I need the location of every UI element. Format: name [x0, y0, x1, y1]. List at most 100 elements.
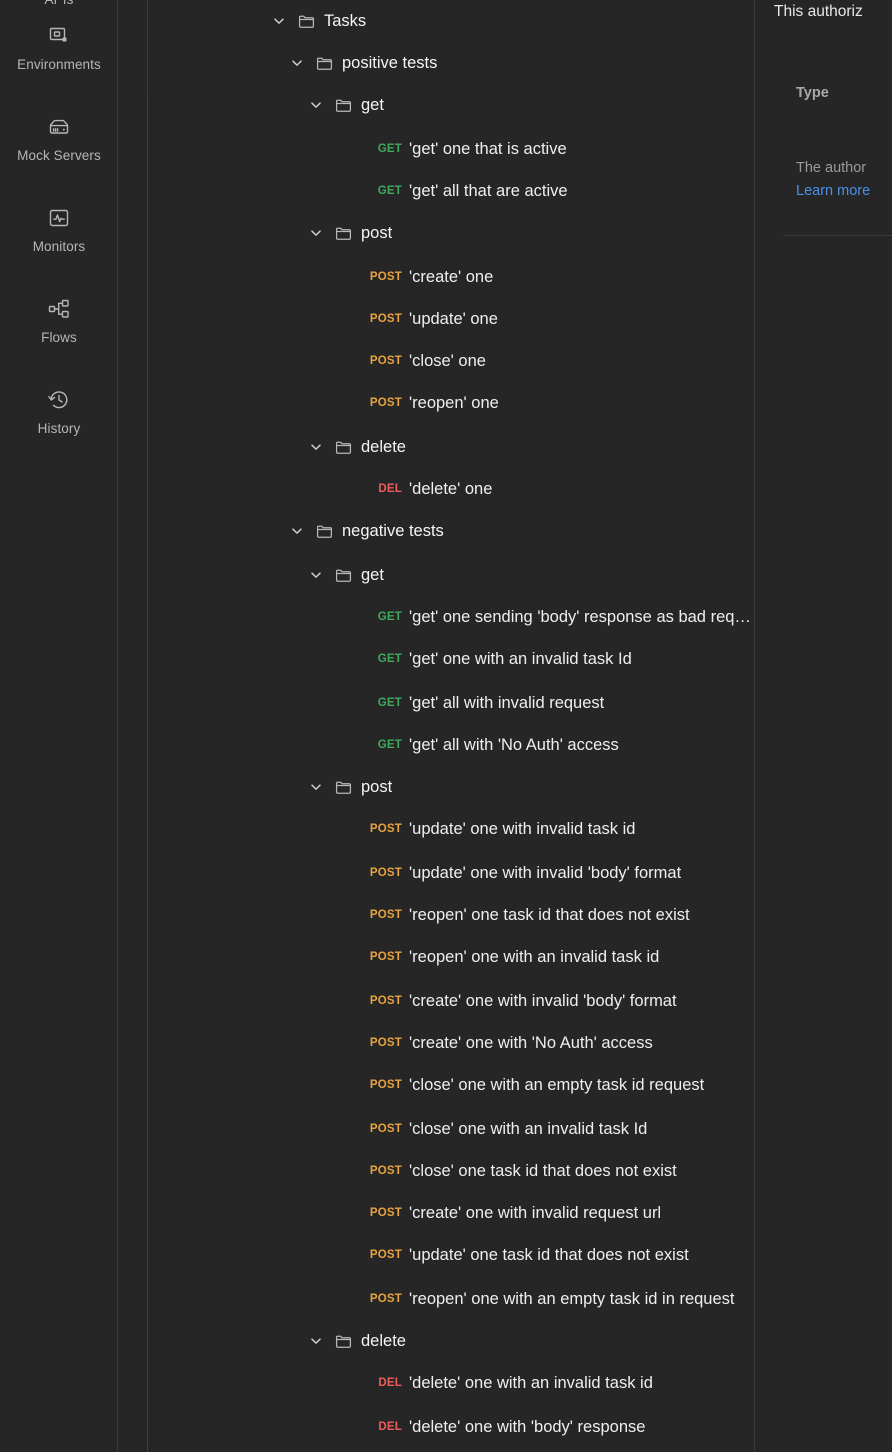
tree-request-label: 'get' one that is active [409, 140, 567, 158]
rail-item-label: History [37, 421, 81, 436]
collection-tree-panel: Tasks positive tests get GET 'get' one that … [118, 0, 755, 1452]
chevron-down-icon[interactable] [307, 778, 325, 796]
tree-request-label: 'close' one with an empty task id reques… [409, 1076, 705, 1094]
tree-request-label: 'close' one [409, 352, 486, 370]
tree-folder-row[interactable]: post [118, 212, 754, 254]
request-method-get: GET [377, 739, 402, 751]
tree-folder-label: negative tests [342, 522, 444, 540]
tree-request-label: 'close' one with an invalid task Id [409, 1120, 648, 1138]
rail-item-label: Flows [41, 330, 77, 345]
tree-request-row[interactable]: GET 'get' all that are active [118, 170, 754, 212]
type-label: Type [796, 85, 829, 101]
tree-request-row[interactable]: GET 'get' one sending 'body' response as … [118, 596, 754, 638]
tree-request-row[interactable]: POST 'close' one task id that does not ex… [118, 1150, 754, 1192]
chevron-down-icon[interactable] [307, 224, 325, 242]
tree-request-row[interactable]: POST 'create' one with invalid request ur… [118, 1192, 754, 1234]
tree-request-row[interactable]: POST 'update' one with invalid 'body' for… [118, 852, 754, 894]
folder-icon [335, 779, 352, 796]
tree-request-row[interactable]: POST 'create' one with 'No Auth' access [118, 1022, 754, 1064]
tree-request-row[interactable]: POST 'create' one with invalid 'body' for… [118, 980, 754, 1022]
chevron-down-icon[interactable] [270, 12, 288, 30]
tree-request-row[interactable]: GET 'get' one with an invalid task Id [118, 638, 754, 680]
tree-request-row[interactable]: DEL 'delete' one [118, 468, 754, 510]
rail-item-label: Environments [17, 57, 101, 72]
left-icon-rail: APIs Environments Mock Servers Monitors Flow… [0, 0, 118, 1452]
tree-request-label: 'create' one with 'No Auth' access [409, 1034, 653, 1052]
chevron-down-icon[interactable] [288, 54, 306, 72]
tree-folder-row[interactable]: Tasks [118, 0, 754, 42]
tree-request-row[interactable]: POST 'update' one [118, 298, 754, 340]
tree-request-row[interactable]: POST 'reopen' one [118, 382, 754, 424]
tree-folder-row[interactable]: get [118, 554, 754, 596]
tree-folder-row[interactable]: positive tests [118, 42, 754, 84]
chevron-down-icon[interactable] [307, 566, 325, 584]
folder-icon [335, 225, 352, 242]
rail-item-label: APIs [45, 0, 74, 8]
tree-request-label: 'delete' one [409, 480, 493, 498]
tree-request-row[interactable]: POST 'close' one with an invalid task Id [118, 1108, 754, 1150]
request-method-del: DEL [378, 1377, 402, 1389]
tree-request-row[interactable]: DEL 'delete' one with 'body' response [118, 1406, 754, 1448]
request-method-post: POST [369, 355, 402, 367]
history-icon [47, 388, 71, 412]
request-method-post: POST [369, 909, 402, 921]
rail-item-label: Monitors [32, 239, 86, 254]
tree-request-row[interactable]: POST 'reopen' one with an empty task id i… [118, 1278, 754, 1320]
request-method-del: DEL [378, 1421, 402, 1433]
tree-folder-label: delete [361, 438, 406, 456]
request-method-del: DEL [378, 483, 402, 495]
tree-request-label: 'get' all with invalid request [409, 694, 605, 712]
tree-folder-row[interactable]: negative tests [118, 510, 754, 552]
tree-folder-row[interactable]: get [118, 84, 754, 126]
tree-request-row[interactable]: GET 'get' all with 'No Auth' access [118, 724, 754, 766]
folder-icon [335, 1333, 352, 1350]
tree-folder-row[interactable]: post [118, 766, 754, 808]
request-method-post: POST [369, 1293, 402, 1305]
folder-icon [298, 13, 315, 30]
tree-request-row[interactable]: POST 'create' one [118, 256, 754, 298]
tree-request-row[interactable]: POST 'close' one [118, 340, 754, 382]
tree-request-row[interactable]: POST 'reopen' one with an invalid task id [118, 936, 754, 978]
rail-item-history[interactable]: History [0, 378, 118, 469]
tree-folder-row[interactable]: delete [118, 1320, 754, 1362]
chevron-down-icon[interactable] [307, 1332, 325, 1350]
tree-request-row[interactable]: DEL 'delete' one with an invalid task id [118, 1362, 754, 1404]
request-method-post: POST [369, 397, 402, 409]
tree-request-label: 'update' one task id that does not exist [409, 1246, 689, 1264]
request-method-post: POST [369, 1123, 402, 1135]
tree-request-row[interactable]: GET 'get' one that is active [118, 128, 754, 170]
tree-folder-label: positive tests [342, 54, 438, 72]
tree-request-label: 'create' one [409, 268, 494, 286]
monitors-icon [47, 206, 71, 230]
tree-folder-label: get [361, 566, 384, 584]
authorization-detail-panel: This authoriz Type The author Learn more [755, 0, 892, 1452]
tree-request-label: 'create' one with invalid 'body' format [409, 992, 677, 1010]
tree-request-label: 'reopen' one task id that does not exist [409, 906, 690, 924]
chevron-down-icon[interactable] [307, 438, 325, 456]
chevron-down-icon[interactable] [288, 522, 306, 540]
tree-request-row[interactable]: POST 'update' one task id that does not e… [118, 1234, 754, 1276]
request-method-post: POST [369, 1079, 402, 1091]
request-method-post: POST [369, 1207, 402, 1219]
chevron-down-icon[interactable] [307, 96, 325, 114]
postman-window: APIs Environments Mock Servers Monitors Flow… [0, 0, 892, 1452]
rail-item-environments[interactable]: Environments [0, 14, 118, 105]
tree-request-label: 'delete' one with 'body' response [409, 1418, 646, 1436]
rail-item-mock-servers[interactable]: Mock Servers [0, 105, 118, 196]
request-method-post: POST [369, 867, 402, 879]
rail-item-apis[interactable]: APIs [0, 0, 118, 14]
tree-folder-label: post [361, 778, 393, 796]
tree-request-row[interactable]: POST 'reopen' one task id that does not e… [118, 894, 754, 936]
folder-icon [335, 567, 352, 584]
tree-request-row[interactable]: GET 'get' all with invalid request [118, 682, 754, 724]
tree-request-row[interactable]: POST 'update' one with invalid task id [118, 808, 754, 850]
request-method-post: POST [369, 951, 402, 963]
learn-more-link[interactable]: Learn more [796, 181, 870, 202]
tree-request-row[interactable]: POST 'close' one with an empty task id re… [118, 1064, 754, 1106]
request-method-post: POST [369, 1037, 402, 1049]
tree-request-label: 'delete' one with an invalid task id [409, 1374, 653, 1392]
tree-folder-row[interactable]: delete [118, 426, 754, 468]
request-method-get: GET [377, 697, 402, 709]
rail-item-monitors[interactable]: Monitors [0, 196, 118, 287]
rail-item-flows[interactable]: Flows [0, 287, 118, 378]
